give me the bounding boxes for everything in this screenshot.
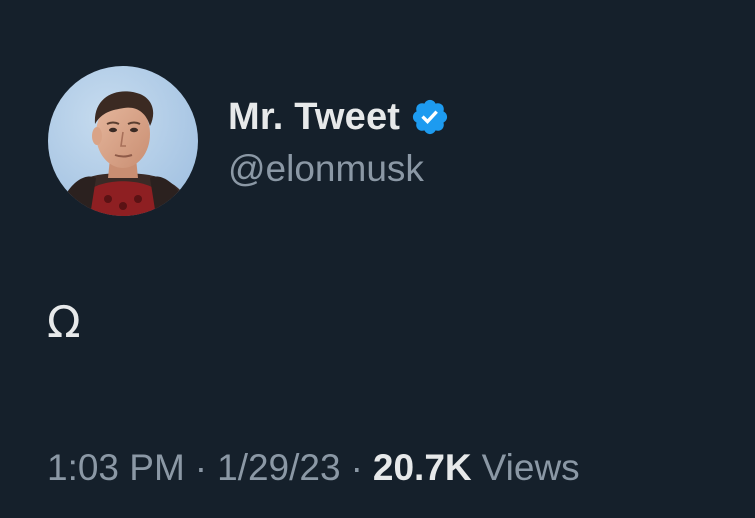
tweet-date[interactable]: 1/29/23: [217, 447, 340, 489]
meta-separator: ·: [194, 447, 208, 488]
tweet-time[interactable]: 1:03 PM: [47, 447, 185, 489]
tweet-header: Mr. Tweet @elonmusk: [48, 66, 450, 216]
views-count: 20.7K: [372, 447, 472, 488]
author-names: Mr. Tweet @elonmusk: [228, 94, 450, 190]
username-handle[interactable]: @elonmusk: [228, 148, 450, 190]
avatar-image: [48, 66, 198, 216]
tweet-text: Ω: [47, 297, 81, 348]
profile-avatar[interactable]: [48, 66, 198, 216]
tweet-meta: 1:03 PM · 1/29/23 · 20.7K Views: [47, 447, 580, 489]
views-label: Views: [481, 447, 580, 488]
display-name[interactable]: Mr. Tweet: [228, 96, 400, 139]
verified-badge-icon: [410, 97, 450, 137]
tweet-card: Mr. Tweet @elonmusk Ω 1:03 PM · 1/29/23 …: [0, 0, 755, 518]
display-name-row: Mr. Tweet: [228, 94, 450, 140]
meta-separator: ·: [350, 447, 363, 488]
